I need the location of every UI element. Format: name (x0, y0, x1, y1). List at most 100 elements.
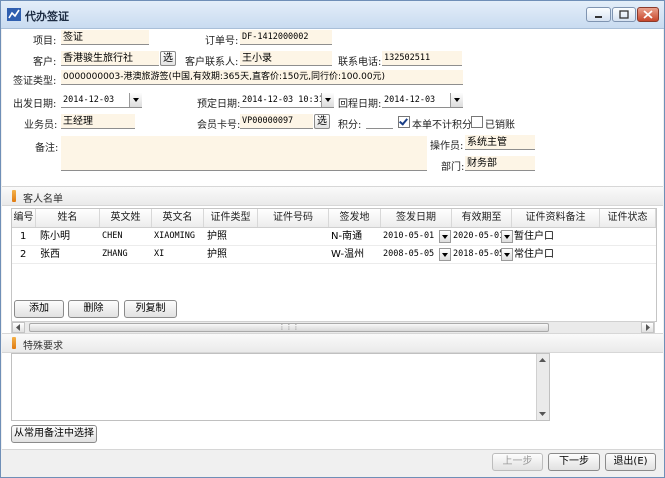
phone-field[interactable]: 132502511 (382, 51, 462, 66)
phone-label: 联系电话: (338, 57, 382, 68)
visa-type-field[interactable]: 0000000003-港澳旅游签(中国,有效期:365天,直客价:150元,同行… (61, 70, 463, 85)
minimize-icon (595, 16, 602, 18)
contact-label: 客户联系人: (185, 57, 239, 68)
special-requirements-textarea[interactable] (11, 353, 550, 421)
guest-doc-no[interactable] (260, 246, 328, 263)
choose-common-remark-button[interactable]: 从常用备注中选择 (11, 425, 97, 443)
table-row[interactable]: 2 张西 ZHANG XI 护照 W-温州 2008-05-05 2018-05… (12, 246, 656, 264)
booking-date-picker[interactable]: 2014-12-03 10:31 (240, 93, 334, 108)
visa-type-label: 签证类型: (13, 76, 57, 87)
next-step-button[interactable]: 下一步 (548, 453, 600, 471)
scroll-down-icon[interactable] (537, 409, 548, 419)
chevron-down-icon[interactable] (450, 93, 463, 107)
guest-issue-date[interactable]: 2008-05-05 (383, 246, 438, 263)
row-number: 1 (20, 231, 27, 242)
operator-label: 操作员: (430, 141, 464, 152)
depart-date-picker[interactable]: 2014-12-03 (61, 93, 142, 108)
column-header[interactable]: 英文姓 (100, 209, 152, 227)
chevron-down-icon[interactable] (439, 248, 451, 261)
guest-doc-no[interactable] (260, 228, 328, 245)
member-select-button[interactable]: 选 (314, 114, 330, 129)
guest-doc-type[interactable]: 护照 (207, 246, 255, 263)
remark-field[interactable] (61, 136, 427, 171)
previous-step-button[interactable]: 上一步 (492, 453, 543, 471)
guest-expiry[interactable]: 2018-05-05 (453, 246, 505, 263)
member-card-field[interactable]: VP00000097 (240, 114, 313, 129)
exit-button[interactable]: 退出(E) (605, 453, 656, 471)
row-number: 2 (20, 249, 27, 260)
remark-label: 备注: (35, 143, 59, 154)
column-header[interactable]: 证件类型 (204, 209, 258, 227)
guest-doc-status[interactable] (602, 246, 654, 263)
chevron-down-icon[interactable] (501, 230, 513, 243)
depart-date-value: 2014-12-03 (63, 95, 115, 105)
guest-issue-place[interactable]: N-南通 (331, 228, 381, 245)
dept-field: 财务部 (465, 156, 535, 171)
guest-en-first[interactable]: XIAOMING (154, 228, 202, 245)
column-header[interactable]: 编号 (12, 209, 36, 227)
guest-expiry[interactable]: 2020-05-01 (453, 228, 505, 245)
operator-field: 系统主管 (465, 135, 535, 150)
column-header[interactable]: 签发日期 (381, 209, 452, 227)
delete-guest-button[interactable]: 删除 (68, 300, 119, 318)
guest-doc-type[interactable]: 护照 (207, 228, 255, 245)
maximize-button[interactable] (612, 7, 636, 22)
scroll-up-icon[interactable] (537, 355, 548, 365)
guest-en-last[interactable]: CHEN (102, 228, 150, 245)
column-header[interactable]: 证件资料备注 (512, 209, 600, 227)
guest-table-header: 编号 姓名 英文姓 英文名 证件类型 证件号码 签发地 签发日期 有效期至 证件… (12, 209, 656, 228)
guest-en-last[interactable]: ZHANG (102, 246, 150, 263)
scroll-thumb[interactable]: ⋮⋮⋮ (29, 323, 549, 332)
scroll-right-icon[interactable] (641, 322, 654, 333)
column-header[interactable]: 英文名 (152, 209, 204, 227)
form-area: 项目: 签证 订单号: DF-1412000002 客户: 香港骏生旅行社 选 … (2, 29, 663, 477)
guest-doc-status[interactable] (602, 228, 654, 245)
return-date-picker[interactable]: 2014-12-03 (382, 93, 463, 108)
guest-en-first[interactable]: XI (154, 246, 202, 263)
guest-issue-date[interactable]: 2010-05-01 (383, 228, 438, 245)
no-points-label: 本单不计积分 (412, 120, 472, 131)
column-header[interactable]: 证件状态 (600, 209, 656, 227)
navigation-bar: 上一步 下一步 退出(E) (2, 449, 663, 477)
guest-doc-remark[interactable]: 暂住户口 (514, 228, 598, 245)
order-label: 订单号: (205, 36, 239, 47)
minimize-button[interactable] (586, 7, 611, 22)
chevron-down-icon[interactable] (129, 93, 142, 107)
cancelled-checkbox[interactable] (471, 116, 483, 128)
project-label: 项目: (33, 36, 57, 47)
points-field[interactable] (366, 114, 393, 129)
chevron-down-icon[interactable] (439, 230, 451, 243)
special-requirements-title: 特殊要求 (23, 341, 63, 352)
guest-name[interactable]: 陈小明 (40, 228, 98, 245)
copy-column-button[interactable]: 列复制 (124, 300, 177, 318)
guest-doc-remark[interactable]: 常住户口 (514, 246, 598, 263)
depart-date-label: 出发日期: (13, 99, 57, 110)
project-field[interactable]: 签证 (61, 30, 149, 45)
column-header[interactable]: 姓名 (36, 209, 100, 227)
section-marker-icon (12, 337, 16, 349)
order-field[interactable]: DF-1412000002 (240, 30, 332, 45)
table-row[interactable]: 1 陈小明 CHEN XIAOMING 护照 N-南通 2010-05-01 2… (12, 228, 656, 246)
customer-label: 客户: (33, 57, 57, 68)
customer-field[interactable]: 香港骏生旅行社 (61, 51, 159, 66)
close-icon (643, 10, 653, 19)
no-points-checkbox[interactable] (398, 116, 410, 128)
chevron-down-icon[interactable] (501, 248, 513, 261)
vertical-scrollbar[interactable] (536, 354, 549, 420)
close-button[interactable] (637, 7, 659, 22)
points-label: 积分: (338, 120, 362, 131)
guest-issue-place[interactable]: W-温州 (331, 246, 381, 263)
contact-field[interactable]: 王小录 (240, 51, 332, 66)
customer-select-button[interactable]: 选 (160, 51, 176, 66)
column-header[interactable]: 签发地 (329, 209, 381, 227)
add-guest-button[interactable]: 添加 (14, 300, 64, 318)
column-header[interactable]: 有效期至 (452, 209, 512, 227)
column-header[interactable]: 证件号码 (258, 209, 329, 227)
scroll-left-icon[interactable] (12, 322, 25, 333)
return-date-label: 回程日期: (338, 99, 382, 110)
guest-name[interactable]: 张西 (40, 246, 98, 263)
window-title: 代办签证 (25, 10, 69, 23)
return-date-value: 2014-12-03 (384, 95, 436, 105)
chevron-down-icon[interactable] (321, 93, 334, 107)
staff-field[interactable]: 王经理 (61, 114, 135, 129)
